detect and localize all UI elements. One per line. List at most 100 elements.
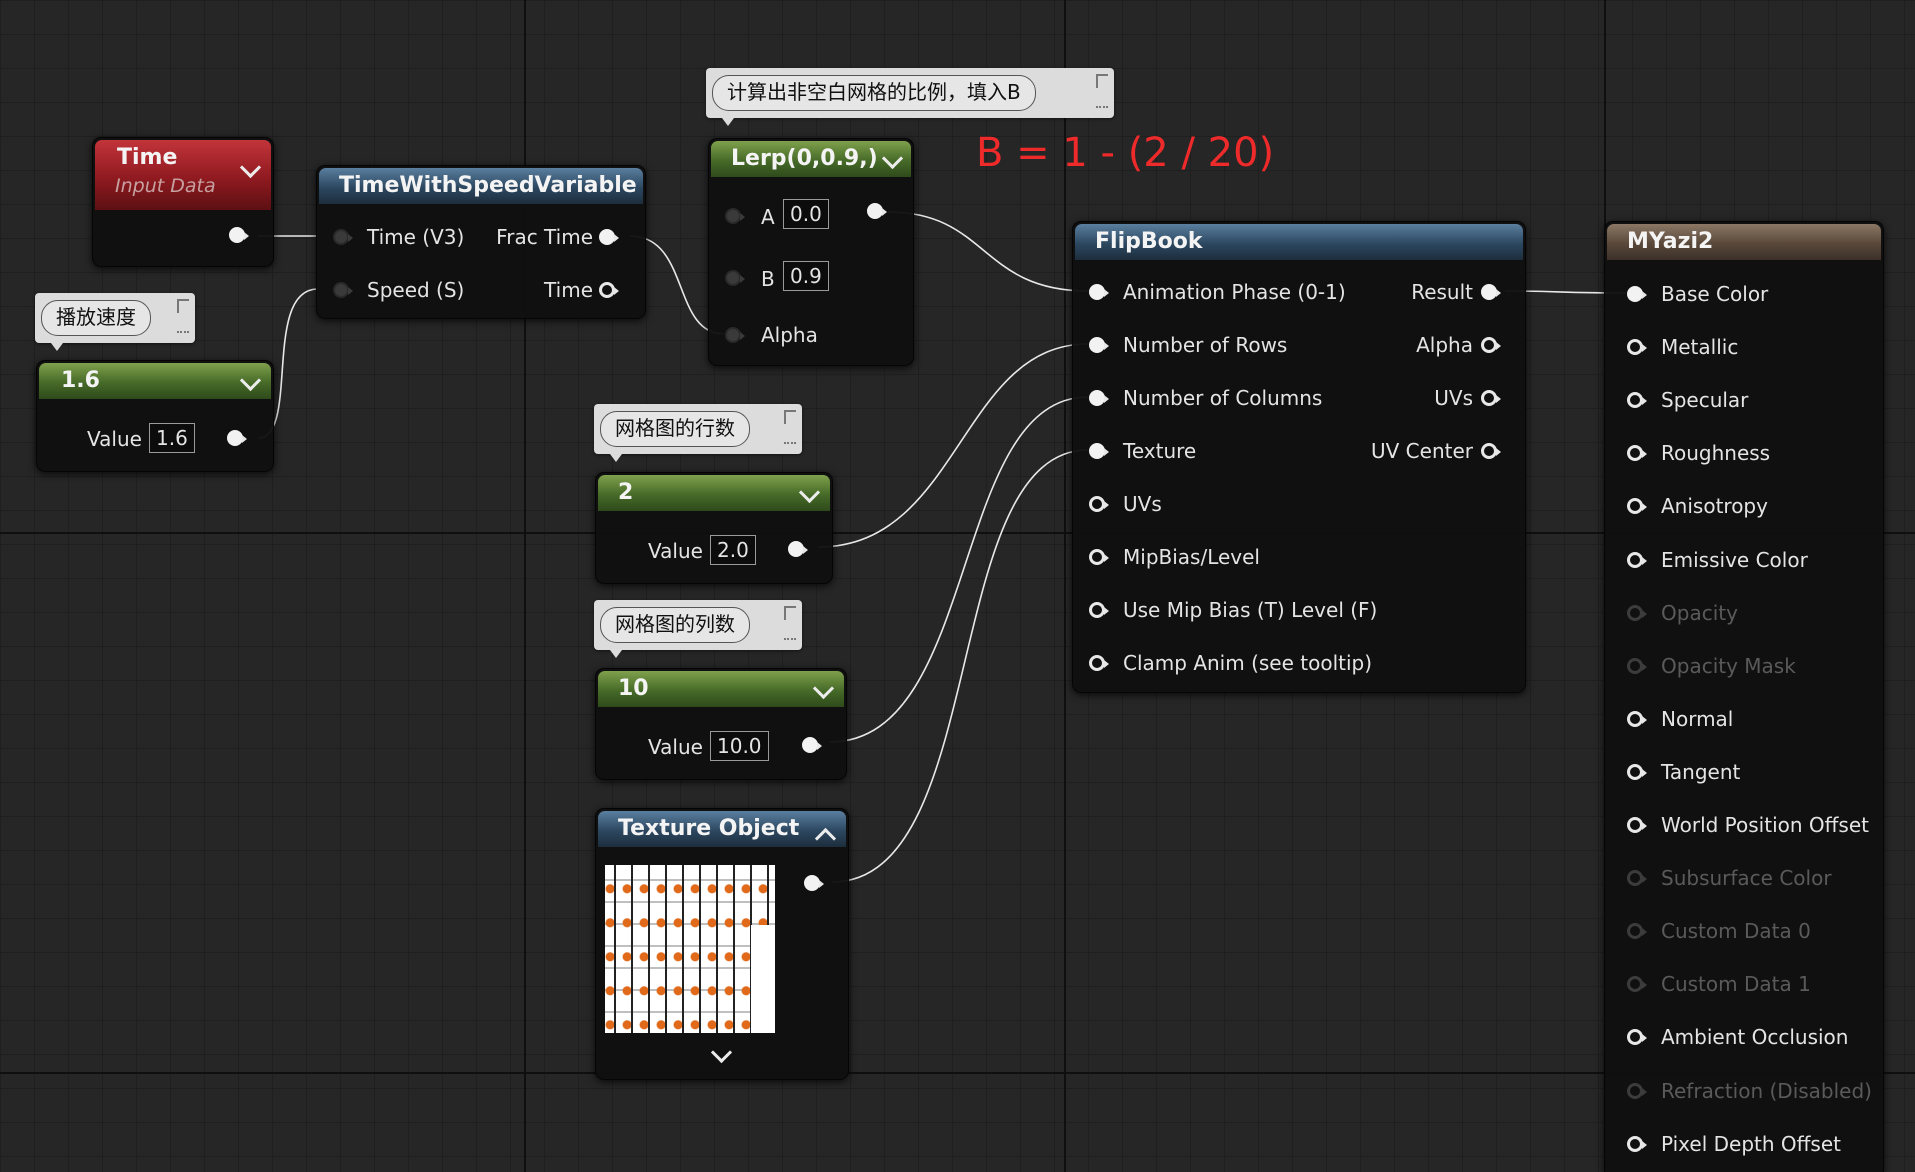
flipbook-input-pin[interactable] bbox=[1089, 442, 1109, 460]
texture-object-title[interactable]: Texture Object bbox=[598, 811, 846, 847]
material-input-pin[interactable] bbox=[1627, 1135, 1647, 1153]
material-input-pin[interactable] bbox=[1627, 922, 1647, 940]
material-input-pin[interactable] bbox=[1627, 710, 1647, 728]
lerp-a-value-field[interactable]: 0.0 bbox=[783, 199, 829, 229]
material-input-label: Roughness bbox=[1661, 441, 1771, 466]
flipbook-input-pin[interactable] bbox=[1089, 548, 1109, 566]
material-input-pin[interactable] bbox=[1627, 338, 1647, 356]
pin-icon[interactable] bbox=[177, 299, 189, 313]
texture-output-pin[interactable] bbox=[804, 874, 824, 892]
tws-speed-input-pin[interactable] bbox=[333, 281, 353, 299]
material-input-label: Refraction (Disabled) bbox=[1661, 1078, 1872, 1103]
flipbook-input-pin[interactable] bbox=[1089, 336, 1109, 354]
rows-comment-text: 网格图的行数 bbox=[600, 411, 750, 447]
tws-speed-input-label: Speed (S) bbox=[367, 278, 465, 302]
material-input-label: Metallic bbox=[1661, 335, 1739, 360]
flipbook-output-pin[interactable] bbox=[1481, 336, 1501, 354]
wire-cols-to-flipbook bbox=[829, 396, 1089, 743]
lerp-b-input-pin[interactable] bbox=[725, 269, 745, 287]
cols-value-label: Value bbox=[648, 735, 703, 759]
rows-constant-node[interactable]: 2 Value 2.0 bbox=[595, 472, 833, 584]
speed-comment[interactable]: 播放速度 bbox=[35, 293, 195, 351]
material-input-pin[interactable] bbox=[1627, 1082, 1647, 1100]
material-title[interactable]: MYazi2 bbox=[1607, 224, 1881, 260]
speed-output-pin[interactable] bbox=[227, 429, 247, 447]
flipbook-input-pin[interactable] bbox=[1089, 283, 1109, 301]
flipbook-node[interactable]: FlipBook Animation Phase (0-1) Number of … bbox=[1072, 221, 1526, 693]
material-input-label: Specular bbox=[1661, 388, 1749, 413]
material-result-node[interactable]: MYazi2 Base Color Metallic Specular Roughne… bbox=[1604, 221, 1884, 1172]
flipbook-input-pin[interactable] bbox=[1089, 601, 1109, 619]
material-input-pin[interactable] bbox=[1627, 285, 1647, 303]
flipbook-input-pin[interactable] bbox=[1089, 654, 1109, 672]
flipbook-output-pin[interactable] bbox=[1481, 442, 1501, 460]
flipbook-output-pin[interactable] bbox=[1481, 283, 1501, 301]
material-input-pin[interactable] bbox=[1627, 497, 1647, 515]
time-node[interactable]: Time Input Data bbox=[92, 137, 274, 267]
material-input-pin[interactable] bbox=[1627, 1028, 1647, 1046]
pin-icon[interactable] bbox=[784, 410, 796, 424]
rows-comment[interactable]: 网格图的行数 bbox=[594, 404, 802, 462]
cols-comment[interactable]: 网格图的列数 bbox=[594, 600, 802, 658]
more-icon bbox=[1096, 106, 1108, 110]
flipbook-input-label: Texture bbox=[1123, 439, 1197, 463]
lerp-node[interactable]: Lerp(0,0.9,) A 0.0 B 0.9 Alpha bbox=[708, 138, 914, 366]
material-input-pin[interactable] bbox=[1627, 604, 1647, 622]
tws-time-output-label: Time bbox=[544, 278, 593, 302]
material-input-label: Emissive Color bbox=[1661, 547, 1808, 572]
cols-constant-node[interactable]: 10 Value 10.0 bbox=[595, 668, 847, 780]
speed-comment-text: 播放速度 bbox=[41, 300, 151, 336]
pin-icon[interactable] bbox=[784, 606, 796, 620]
lerp-comment[interactable]: 计算出非空白网格的比例，填入B bbox=[706, 68, 1114, 126]
rows-output-pin[interactable] bbox=[788, 540, 808, 558]
material-input-pin[interactable] bbox=[1627, 551, 1647, 569]
tws-frac-output-pin[interactable] bbox=[599, 228, 619, 246]
cols-value-field[interactable]: 10.0 bbox=[710, 731, 769, 761]
rows-value-field[interactable]: 2.0 bbox=[710, 535, 756, 565]
flipbook-input-label: Number of Rows bbox=[1123, 333, 1288, 357]
time-output-pin[interactable] bbox=[229, 226, 249, 244]
time-node-title: Time bbox=[117, 145, 178, 170]
lerp-alpha-input-pin[interactable] bbox=[725, 326, 745, 344]
formula-annotation: B = 1 - (2 / 20) bbox=[976, 130, 1275, 176]
wire-rows-to-flipbook bbox=[817, 343, 1089, 548]
speed-constant-node[interactable]: 1.6 Value 1.6 bbox=[36, 360, 274, 472]
tws-time-output-pin[interactable] bbox=[599, 281, 619, 299]
lerp-b-value-field[interactable]: 0.9 bbox=[783, 261, 829, 291]
speed-constant-header[interactable]: 1.6 bbox=[39, 363, 271, 399]
material-input-label: Ambient Occlusion bbox=[1661, 1025, 1849, 1050]
material-input-pin[interactable] bbox=[1627, 657, 1647, 675]
material-input-pin[interactable] bbox=[1627, 763, 1647, 781]
more-icon bbox=[784, 638, 796, 642]
rows-constant-header[interactable]: 2 bbox=[598, 475, 830, 511]
lerp-a-input-pin[interactable] bbox=[725, 207, 745, 225]
tws-time-input-pin[interactable] bbox=[333, 228, 353, 246]
material-input-pin[interactable] bbox=[1627, 869, 1647, 887]
material-input-label: Opacity bbox=[1661, 600, 1738, 625]
material-input-pin[interactable] bbox=[1627, 816, 1647, 834]
texture-preview-image bbox=[605, 865, 775, 1033]
time-with-speed-node[interactable]: TimeWithSpeedVariable Time (V3) Speed (S… bbox=[316, 165, 646, 319]
material-input-label: Base Color bbox=[1661, 282, 1769, 306]
more-icon bbox=[177, 331, 189, 335]
cols-constant-header[interactable]: 10 bbox=[598, 671, 844, 707]
material-input-label: Custom Data 0 bbox=[1661, 919, 1811, 944]
material-input-pin[interactable] bbox=[1627, 444, 1647, 462]
material-input-pin[interactable] bbox=[1627, 975, 1647, 993]
time-with-speed-title[interactable]: TimeWithSpeedVariable bbox=[319, 168, 643, 204]
time-node-header[interactable]: Time Input Data bbox=[95, 140, 271, 210]
pin-icon[interactable] bbox=[1096, 74, 1108, 88]
flipbook-input-pin[interactable] bbox=[1089, 389, 1109, 407]
material-input-label: Tangent bbox=[1661, 759, 1741, 784]
lerp-output-pin[interactable] bbox=[867, 202, 887, 220]
flipbook-input-label: UVs bbox=[1123, 492, 1162, 516]
chevron-down-icon[interactable] bbox=[710, 1041, 733, 1064]
lerp-node-title[interactable]: Lerp(0,0.9,) bbox=[711, 141, 911, 177]
flipbook-input-pin[interactable] bbox=[1089, 495, 1109, 513]
flipbook-output-pin[interactable] bbox=[1481, 389, 1501, 407]
speed-value-field[interactable]: 1.6 bbox=[149, 423, 195, 453]
tws-time-input-label: Time (V3) bbox=[367, 225, 465, 249]
material-input-pin[interactable] bbox=[1627, 391, 1647, 409]
flipbook-title[interactable]: FlipBook bbox=[1075, 224, 1523, 260]
cols-output-pin[interactable] bbox=[802, 736, 822, 754]
